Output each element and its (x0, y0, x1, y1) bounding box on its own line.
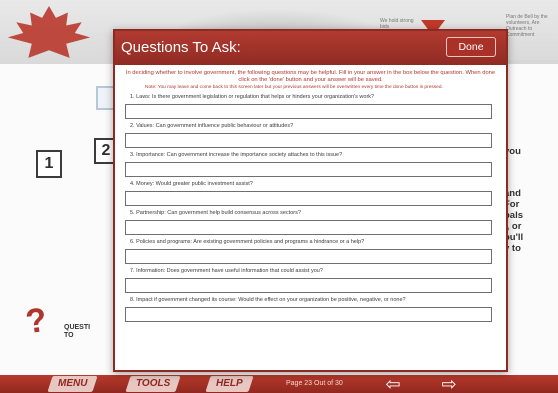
partial-word: For (504, 199, 520, 210)
answer-field-7[interactable] (125, 278, 492, 294)
question-text: 7. Information: Does government have use… (130, 268, 323, 275)
maple-leaf-icon (7, 6, 91, 58)
question-text: 1. Laws: Is there government legislation… (130, 94, 375, 101)
question-item: 3. Importance: Can government increase t… (125, 152, 496, 178)
partial-word: y to (504, 243, 521, 254)
back-arrow-icon[interactable]: ⇦ (380, 375, 406, 393)
background-partial-text: you and For oals ., or ou'll y to (504, 146, 558, 254)
question-text: 5. Partnership: Can government help buil… (130, 210, 301, 217)
answer-field-6[interactable] (125, 249, 492, 265)
tools-button[interactable]: TOOLS (125, 376, 181, 392)
page-indicator: Page 23 Out of 30 (286, 380, 343, 387)
answer-field-5[interactable] (125, 220, 492, 236)
dialog-instructions: In deciding whether to involve governmen… (125, 70, 496, 84)
answer-field-4[interactable] (125, 191, 492, 207)
question-item: 7. Information: Does government have use… (125, 268, 496, 294)
question-item: 1. Laws: Is there government legislation… (125, 94, 496, 120)
header-right-text: Plan de Bell by the volunteers, Are Outr… (506, 14, 548, 38)
dialog-body: In deciding whether to involve governmen… (115, 65, 506, 372)
question-item: 6. Policies and programs: Are existing g… (125, 239, 496, 265)
question-text: 3. Importance: Can government increase t… (130, 152, 343, 159)
partial-word: oals (504, 210, 524, 221)
question-text: 2. Values: Can government influence publ… (130, 123, 294, 130)
answer-field-1[interactable] (125, 104, 492, 120)
menu-button-label: MENU (58, 378, 88, 389)
question-text: 8. Impact if government changed its cour… (130, 297, 406, 304)
dialog-note: Note: You may leave and come back to thi… (145, 84, 443, 90)
app-root: We hold strong bids Plan de Bell by the … (0, 0, 558, 393)
partial-word: and (504, 188, 521, 199)
menu-button[interactable]: MENU (47, 376, 99, 392)
question-item: 8. Impact if government changed its cour… (125, 297, 496, 323)
partial-word: ., or (504, 221, 522, 232)
answer-field-3[interactable] (125, 162, 492, 178)
question-item: 5. Partnership: Can government help buil… (125, 210, 496, 236)
answer-field-2[interactable] (125, 133, 492, 149)
help-button[interactable]: HELP (205, 376, 254, 392)
questions-logo-label: QUESTI TO (64, 324, 91, 339)
questions-dialog: Questions To Ask: Done In deciding wheth… (113, 29, 508, 372)
question-text: 4. Money: Would greater public investmen… (130, 181, 253, 188)
partial-word: ou'll (504, 232, 524, 243)
help-button-label: HELP (216, 378, 243, 389)
questions-logo[interactable]: ? QUESTI TO (23, 298, 106, 348)
question-item: 2. Values: Can government influence publ… (125, 123, 496, 149)
forward-arrow-icon[interactable]: ⇨ (436, 375, 462, 393)
tools-button-label: TOOLS (136, 378, 171, 389)
block-one: 1 (36, 150, 62, 178)
dialog-title: Questions To Ask: (121, 39, 241, 56)
question-mark-icon: ? (23, 300, 50, 342)
partial-word: you (504, 146, 521, 157)
answer-field-8[interactable] (125, 307, 492, 323)
dialog-title-bar: Questions To Ask: Done (115, 31, 506, 65)
question-item: 4. Money: Would greater public investmen… (125, 181, 496, 207)
done-button[interactable]: Done (446, 37, 496, 57)
question-text: 6. Policies and programs: Are existing g… (130, 239, 365, 246)
